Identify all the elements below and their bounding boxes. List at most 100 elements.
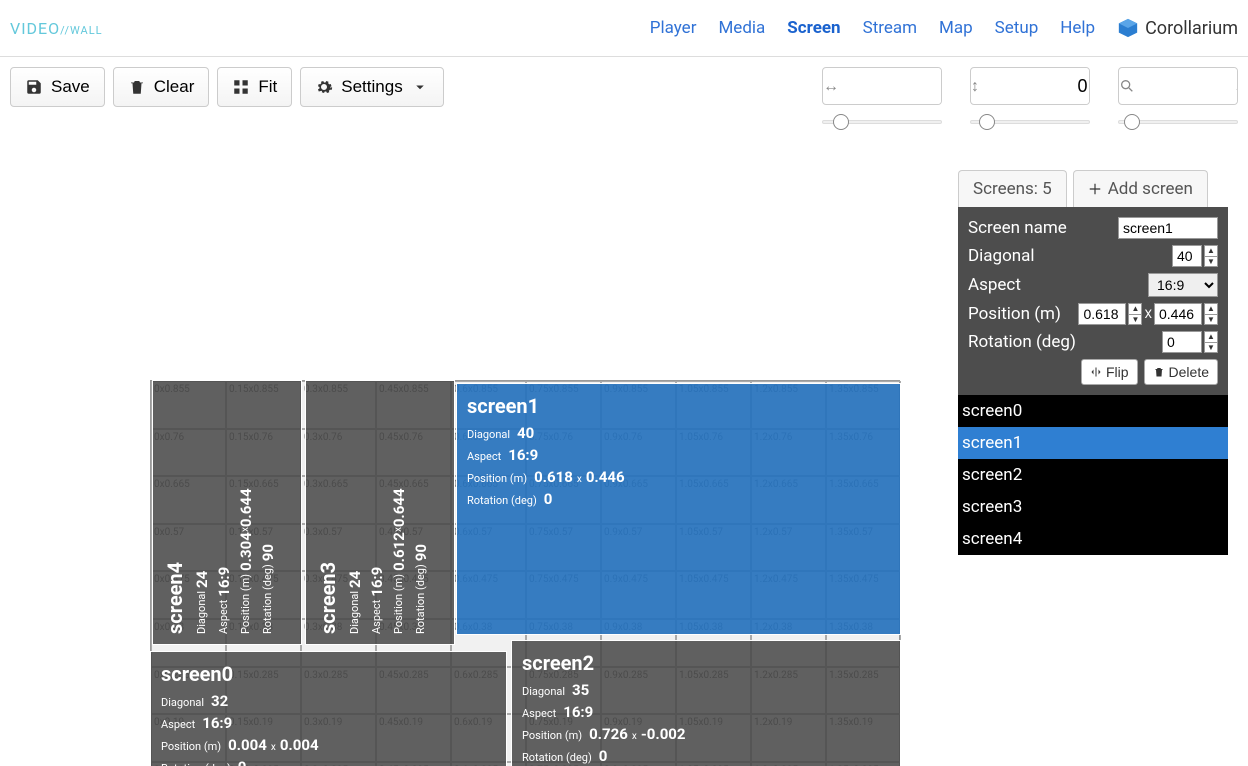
screen-name: screen0 bbox=[161, 662, 496, 686]
prop-aspect-select[interactable]: 16:9 bbox=[1148, 273, 1218, 297]
screen-name: screen3 bbox=[316, 391, 340, 634]
pos-label: Position (m) bbox=[467, 472, 527, 485]
fit-label: Fit bbox=[258, 77, 277, 97]
flip-icon bbox=[1090, 366, 1102, 378]
tab-add-label: Add screen bbox=[1108, 179, 1193, 199]
fit-button[interactable]: Fit bbox=[217, 67, 292, 107]
logo-text-2: //WALL bbox=[60, 24, 102, 37]
prop-diag-input[interactable] bbox=[1172, 245, 1202, 267]
nav-screen[interactable]: Screen bbox=[787, 18, 840, 38]
diag-label: Diagonal bbox=[161, 696, 204, 709]
clear-label: Clear bbox=[154, 77, 195, 97]
diag-label: Diagonal bbox=[467, 428, 510, 441]
width-input[interactable] bbox=[839, 68, 942, 104]
nav-map[interactable]: Map bbox=[939, 18, 973, 38]
zoom-slider[interactable] bbox=[1118, 120, 1238, 124]
delete-button[interactable]: Delete bbox=[1144, 359, 1218, 385]
prop-aspect-label: Aspect bbox=[968, 275, 1021, 295]
diag-label: Diagonal bbox=[522, 685, 565, 698]
clear-button[interactable]: Clear bbox=[113, 67, 210, 107]
screen-list-item[interactable]: screen1 bbox=[958, 427, 1228, 459]
diag-label: Diagonal bbox=[195, 591, 208, 634]
nav-stream[interactable]: Stream bbox=[863, 18, 917, 38]
posy: 0.644 bbox=[390, 488, 408, 527]
trash-icon bbox=[1153, 366, 1165, 378]
settings-button[interactable]: Settings bbox=[300, 67, 443, 107]
nav-media[interactable]: Media bbox=[718, 18, 765, 38]
tab-screens[interactable]: Screens: 5 bbox=[958, 170, 1067, 207]
screen-list-item[interactable]: screen4 bbox=[958, 523, 1228, 555]
save-label: Save bbox=[51, 77, 90, 97]
screen-screen1[interactable]: screen1 Diagonal 40 Aspect 16:9 Position… bbox=[456, 383, 901, 635]
logo-text-1: VIDEO bbox=[10, 19, 60, 38]
logo: VIDEO//WALL bbox=[10, 19, 103, 38]
posx: 0.612 bbox=[390, 532, 408, 571]
nav-setup[interactable]: Setup bbox=[995, 18, 1039, 38]
screen-list-item[interactable]: screen0 bbox=[958, 395, 1228, 427]
rot-label: Rotation (deg) bbox=[414, 564, 427, 634]
search-icon bbox=[1119, 78, 1135, 94]
diag-label: Diagonal bbox=[348, 591, 361, 634]
screen-list-item[interactable]: screen3 bbox=[958, 491, 1228, 523]
tab-add-screen[interactable]: Add screen bbox=[1073, 170, 1208, 207]
zoom-input[interactable] bbox=[1135, 68, 1238, 104]
save-icon bbox=[25, 78, 43, 96]
pos-label: Position (m) bbox=[522, 729, 582, 742]
gear-icon bbox=[315, 78, 333, 96]
diag-val: 32 bbox=[211, 692, 228, 710]
properties-box: Screen name Diagonal ▲▼ Aspect 16:9 Posi… bbox=[958, 207, 1228, 395]
prop-rot-input[interactable] bbox=[1162, 331, 1202, 353]
screen-screen3[interactable]: screen3 Diagonal 24 Aspect 16:9 Position… bbox=[305, 380, 455, 645]
diag-val: 24 bbox=[346, 571, 364, 588]
nav: Player Media Screen Stream Map Setup Hel… bbox=[650, 17, 1238, 39]
brand-link[interactable]: Corollarium bbox=[1117, 17, 1238, 39]
posy: 0.446 bbox=[586, 468, 625, 486]
diag-val: 24 bbox=[193, 571, 211, 588]
arrow-vertical-icon: ↕ bbox=[971, 76, 979, 96]
rot-val: 0 bbox=[599, 747, 608, 765]
flip-button[interactable]: Flip bbox=[1081, 359, 1138, 385]
side-panel: Screens: 5 Add screen Screen name Diagon… bbox=[958, 170, 1228, 555]
height-input[interactable] bbox=[979, 68, 1090, 104]
prop-name-input[interactable] bbox=[1118, 217, 1218, 239]
brand-label: Corollarium bbox=[1145, 18, 1238, 39]
aspect-label: Aspect bbox=[161, 718, 195, 731]
screen-screen2[interactable]: screen2 Diagonal 35 Aspect 16:9 Position… bbox=[511, 640, 901, 766]
posy-spinner[interactable]: ▲▼ bbox=[1204, 303, 1218, 325]
aspect-val: 16:9 bbox=[215, 567, 233, 597]
rot-val: 0 bbox=[544, 490, 553, 508]
screen-screen4[interactable]: screen4 Diagonal 24 Aspect 16:9 Position… bbox=[152, 380, 302, 645]
aspect-val: 16:9 bbox=[202, 714, 232, 732]
prop-posx-input[interactable] bbox=[1078, 303, 1126, 325]
height-control: ↕ ▲▼ bbox=[970, 67, 1090, 128]
save-button[interactable]: Save bbox=[10, 67, 105, 107]
aspect-label: Aspect bbox=[370, 600, 383, 634]
nav-help[interactable]: Help bbox=[1060, 18, 1095, 38]
screen-list-item[interactable]: screen2 bbox=[958, 459, 1228, 491]
toolbar: Save Clear Fit Settings ↔ ▲▼ ↕ ▲▼ bbox=[0, 57, 1248, 119]
screen-name: screen4 bbox=[163, 391, 187, 634]
screen-list: screen0screen1screen2screen3screen4 bbox=[958, 395, 1228, 555]
prop-name-label: Screen name bbox=[968, 218, 1067, 238]
rot-label: Rotation (deg) bbox=[261, 564, 274, 634]
aspect-label: Aspect bbox=[522, 707, 556, 720]
nav-player[interactable]: Player bbox=[650, 18, 697, 38]
width-slider[interactable] bbox=[822, 120, 942, 124]
screen-screen0[interactable]: screen0 Diagonal 32 Aspect 16:9 Position… bbox=[150, 651, 507, 766]
prop-posy-input[interactable] bbox=[1154, 303, 1202, 325]
diag-val: 40 bbox=[517, 424, 534, 442]
diag-spinner[interactable]: ▲▼ bbox=[1204, 245, 1218, 267]
posx-spinner[interactable]: ▲▼ bbox=[1128, 303, 1142, 325]
posx: 0.004 bbox=[228, 736, 267, 754]
posy: 0.004 bbox=[280, 736, 319, 754]
pos-label: Position (m) bbox=[239, 574, 252, 634]
diag-val: 35 bbox=[572, 681, 589, 699]
aspect-val: 16:9 bbox=[563, 703, 593, 721]
trash-icon bbox=[128, 78, 146, 96]
grid-icon bbox=[232, 78, 250, 96]
posy: 0.644 bbox=[237, 488, 255, 527]
posx: 0.618 bbox=[534, 468, 573, 486]
canvas[interactable]: 0x00.15x00.3x00.45x00.6x00.75x00.9x01.05… bbox=[0, 130, 958, 766]
rot-spinner[interactable]: ▲▼ bbox=[1204, 331, 1218, 353]
height-slider[interactable] bbox=[970, 120, 1090, 124]
